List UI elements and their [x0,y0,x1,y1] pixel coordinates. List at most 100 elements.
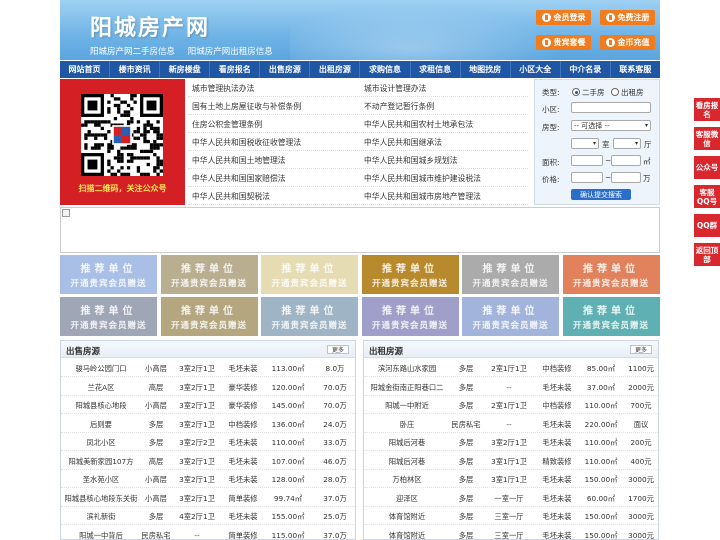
law-link-right-4[interactable]: 中华人民共和国城乡规划法 [364,155,458,166]
promo-tile-9[interactable]: 推荐单位 开通贵宾会员赠送 [361,297,459,336]
law-link-right-6[interactable]: 中华人民共和国城市房地产管理法 [364,191,481,202]
sale-cell-0[interactable]: 阳城县核心地段 [61,401,141,411]
sale-cell-0[interactable]: 后则要 [61,420,141,430]
sale-cell-0[interactable]: 骏马岭公园门口 [61,364,141,374]
side-button-0[interactable]: 看房报名 [694,98,720,121]
login-button[interactable]: 会员登录 [536,10,591,25]
law-link-right-5[interactable]: 中华人民共和国城市维护建设税法 [364,173,481,184]
nav-item-0[interactable]: 网站首页 [60,61,111,78]
rent-cell-0[interactable]: 阳城一中附近 [366,401,448,411]
rent-cell-0[interactable]: 阳城金街南正阳巷口二 [366,383,448,393]
promo-tile-5[interactable]: 推荐单位 开通贵宾会员赠送 [562,255,660,294]
law-link-left-5[interactable]: 中华人民共和国国家赔偿法 [192,173,286,184]
price-min-input[interactable] [571,172,603,183]
law-link-left-0[interactable]: 城市管理执法办法 [192,83,254,94]
side-button-1[interactable]: 客服微信 [694,127,720,150]
law-link-right-3[interactable]: 中华人民共和国继承法 [364,137,442,148]
area-max-input[interactable] [611,155,641,166]
rent-cell-0[interactable]: 卧庄 [366,420,448,430]
nav-item-10[interactable]: 中介名录 [561,61,611,78]
sale-cell-0[interactable]: 阳城一中背后 [61,531,141,540]
subtitle-sale-link[interactable]: 阳城房产网二手房信息 [90,47,175,57]
sale-listing-row[interactable]: 阳城县核心地段东关街 小高层 3室2厅1卫 简单装修 99.74㎡ 37.0万 [61,489,355,507]
site-title[interactable]: 阳城房产网 [90,10,210,42]
side-button-3[interactable]: 客服QQ号 [694,185,720,208]
rent-listing-row[interactable]: 卧庄 民房私宅 -- 毛坯未装 220.00㎡ 面议 [364,415,658,433]
promo-tile-7[interactable]: 推荐单位 开通贵宾会员赠送 [160,297,258,336]
nav-item-11[interactable]: 联系客服 [611,61,660,78]
sale-listing-row[interactable]: 阳城一中背后 民房私宅 -- 简单装修 115.00㎡ 37.0万 [61,526,355,540]
law-link-left-2[interactable]: 住房公积金管理条例 [192,119,262,130]
rent-listing-row[interactable]: 滨河东路山水家园 多层 2室1厅1卫 中档装修 85.00㎡ 1100元 [364,359,658,377]
rent-listing-row[interactable]: 阳城后河巷 多层 3室2厅1卫 毛坯未装 110.00㎡ 200元 [364,433,658,451]
coin-recharge-button[interactable]: 金币充值 [600,35,655,50]
promo-tile-6[interactable]: 推荐单位 开通贵宾会员赠送 [60,297,157,336]
sale-cell-0[interactable]: 阳城县核心地段东关街 [61,494,141,504]
radio-sale[interactable] [572,88,580,96]
nav-item-2[interactable]: 新房楼盘 [160,61,211,78]
community-input[interactable] [571,102,651,113]
nav-item-6[interactable]: 求购信息 [360,61,411,78]
search-submit-button[interactable]: 确认提交搜索 [571,189,631,200]
sale-cell-0[interactable]: 阳城美新家园107方 [61,457,141,467]
promo-tile-10[interactable]: 推荐单位 开通贵宾会员赠送 [462,297,559,336]
law-link-right-1[interactable]: 不动产登记暂行条例 [364,101,434,112]
sale-listing-row[interactable]: 兰花A区 高层 3室2厅1卫 豪华装修 120.00㎡ 70.0万 [61,378,355,396]
sale-listing-row[interactable]: 圣水苑小区 小高层 3室2厅1卫 毛坯未装 128.00㎡ 28.0万 [61,470,355,488]
price-max-input[interactable] [611,172,641,183]
promo-tile-1[interactable]: 推荐单位 开通贵宾会员赠送 [160,255,258,294]
promo-tile-3[interactable]: 推荐单位 开通贵宾会员赠送 [361,255,459,294]
sale-more-button[interactable]: 更多 [327,345,349,354]
register-button[interactable]: 免费注册 [600,10,655,25]
rent-listing-row[interactable]: 阳城后河巷 多层 3室1厅1卫 精致装修 110.00㎡ 400元 [364,452,658,470]
nav-item-1[interactable]: 楼市资讯 [110,61,161,78]
law-link-left-3[interactable]: 中华人民共和国税收征收管理法 [192,137,301,148]
area-min-input[interactable] [571,155,603,166]
room-count-select[interactable]: ▾ [571,138,599,149]
rent-cell-0[interactable]: 万柏林区 [366,475,448,485]
sale-cell-0[interactable]: 凤北小区 [61,438,141,448]
vip-package-button[interactable]: 贵宾套餐 [536,35,591,50]
promo-tile-0[interactable]: 推荐单位 开通贵宾会员赠送 [60,255,157,294]
law-link-right-2[interactable]: 中华人民共和国农村土地承包法 [364,119,473,130]
side-button-2[interactable]: 公众号 [694,156,720,179]
rent-cell-0[interactable]: 阳城后河巷 [366,438,448,448]
rent-cell-0[interactable]: 体育馆附近 [366,531,448,540]
side-button-5[interactable]: 返回顶部 [694,243,720,266]
room-select[interactable]: -- 可选择 -- ▾ [571,120,651,131]
rent-cell-0[interactable]: 滨河东路山水家园 [366,364,448,374]
rent-listing-row[interactable]: 阳城一中附近 多层 2室1厅1卫 中档装修 110.00㎡ 700元 [364,396,658,414]
rent-listing-row[interactable]: 体育馆附近 多层 三室一厅 毛坯未装 150.00㎡ 3000元 [364,526,658,540]
promo-tile-8[interactable]: 推荐单位 开通贵宾会员赠送 [261,297,358,336]
rent-cell-0[interactable]: 迎泽区 [366,494,448,504]
law-link-right-0[interactable]: 城市设计管理办法 [364,83,426,94]
sale-cell-0[interactable]: 兰花A区 [61,383,141,393]
side-button-4[interactable]: QQ群 [694,214,720,237]
sale-cell-0[interactable]: 滨礼新街 [61,512,141,522]
law-link-left-6[interactable]: 中华人民共和国契税法 [192,191,270,202]
subtitle-rent-link[interactable]: 阳城房产网出租房信息 [188,47,273,57]
law-link-left-1[interactable]: 国有土地上房屋征收与补偿条例 [192,101,301,112]
rent-listing-row[interactable]: 体育馆附近 多层 三室一厅 毛坯未装 150.00㎡ 3000元 [364,507,658,525]
promo-tile-4[interactable]: 推荐单位 开通贵宾会员赠送 [462,255,559,294]
ad-banner[interactable] [60,207,660,253]
nav-item-4[interactable]: 出售房源 [260,61,311,78]
rent-listing-row[interactable]: 万柏林区 多层 3室1厅1卫 毛坯未装 150.00㎡ 3000元 [364,470,658,488]
rent-cell-0[interactable]: 体育馆附近 [366,512,448,522]
law-link-left-4[interactable]: 中华人民共和国土地管理法 [192,155,286,166]
sale-listing-row[interactable]: 滨礼新街 多层 4室2厅1卫 毛坯未装 155.00㎡ 25.0万 [61,507,355,525]
rent-listing-row[interactable]: 迎泽区 多层 一室一厅 毛坯未装 60.00㎡ 1700元 [364,489,658,507]
promo-tile-11[interactable]: 推荐单位 开通贵宾会员赠送 [562,297,660,336]
rent-cell-0[interactable]: 阳城后河巷 [366,457,448,467]
sale-cell-0[interactable]: 圣水苑小区 [61,475,141,485]
nav-item-7[interactable]: 求租信息 [411,61,461,78]
sale-listing-row[interactable]: 阳城县核心地段 小高层 3室2厅1卫 豪华装修 145.00㎡ 70.0万 [61,396,355,414]
sale-listing-row[interactable]: 凤北小区 多层 3室2厅2卫 毛坯未装 110.00㎡ 33.0万 [61,433,355,451]
nav-item-5[interactable]: 出租房源 [310,61,361,78]
rent-more-button[interactable]: 更多 [630,345,652,354]
radio-rent[interactable] [611,88,619,96]
nav-item-9[interactable]: 小区大全 [511,61,561,78]
nav-item-3[interactable]: 看房报名 [210,61,261,78]
sale-listing-row[interactable]: 骏马岭公园门口 小高层 3室2厅1卫 毛坯未装 113.00㎡ 8.0万 [61,359,355,377]
nav-item-8[interactable]: 地图找房 [461,61,511,78]
